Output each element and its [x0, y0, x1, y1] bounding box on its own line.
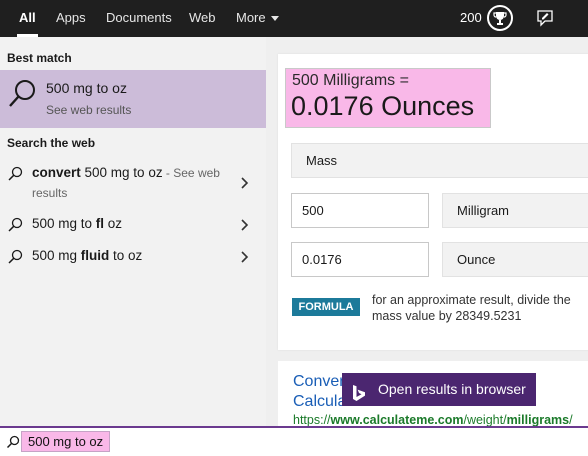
feedback-icon[interactable]	[536, 9, 554, 27]
web-result-title-line1: Conver	[293, 373, 345, 390]
tab-all[interactable]: All	[17, 0, 38, 37]
open-results-in-browser-button[interactable]: Open results in browser	[342, 373, 536, 406]
suggestion-bold: fluid	[80, 248, 110, 263]
web-suggestion-text: convert 500 mg to oz - See web results	[32, 163, 232, 203]
preview-panel: 500 Milligrams = 0.0176 Ounces Mass 500 …	[266, 37, 588, 427]
search-input[interactable]: 500 mg to oz	[21, 431, 111, 452]
web-suggestion-item[interactable]: 500 mg to fl oz	[0, 213, 266, 235]
unit-converter-card: 500 Milligrams = 0.0176 Ounces Mass 500 …	[278, 54, 588, 350]
web-suggestion-item[interactable]: convert 500 mg to oz - See web results	[0, 162, 266, 202]
url-path-end: /	[569, 413, 573, 427]
chevron-right-icon	[240, 218, 250, 231]
top-nav: All Apps Documents Web More 200	[0, 0, 588, 37]
best-match-heading: Best match	[7, 51, 72, 65]
tab-web[interactable]: Web	[189, 0, 216, 37]
url-path: /weight/	[463, 413, 507, 427]
url-domain: www.calculateme.com	[330, 413, 464, 427]
suggestion-text: 500 mg to	[32, 216, 96, 231]
tab-documents[interactable]: Documents	[106, 0, 172, 37]
tab-more[interactable]: More	[236, 0, 279, 37]
suggestion-text: oz	[104, 216, 123, 231]
web-result-url[interactable]: https://www.calculateme.com/weight/milli…	[293, 413, 573, 427]
to-value-input[interactable]: 0.0176	[291, 242, 429, 277]
best-match-item[interactable]: 500 mg to oz See web results	[0, 70, 266, 128]
chevron-down-icon	[270, 16, 279, 22]
suggestion-bold: convert	[32, 165, 81, 180]
open-results-label: Open results in browser	[378, 381, 526, 397]
suggestion-text: 500 mg to oz	[80, 165, 163, 180]
result-input-text: 500 Milligrams =	[292, 72, 409, 89]
to-unit-select[interactable]: Ounce	[442, 242, 588, 277]
best-match-subtitle: See web results	[46, 103, 132, 117]
suggestion-text: to oz	[109, 248, 143, 263]
search-web-heading: Search the web	[7, 136, 96, 150]
from-unit-select[interactable]: Milligram	[442, 193, 588, 228]
search-bar[interactable]: 500 mg to oz	[0, 426, 588, 456]
search-icon	[7, 166, 23, 182]
tab-more-label: More	[236, 10, 266, 25]
bing-icon	[352, 381, 366, 401]
web-result-title[interactable]: Conver-	[293, 373, 528, 391]
search-icon	[7, 78, 37, 110]
formula-text: for an approximate result, divide the ma…	[372, 293, 571, 323]
web-suggestion-item[interactable]: 500 mg fluid to oz	[0, 245, 266, 267]
conversion-result: 500 Milligrams = 0.0176 Ounces	[285, 68, 491, 128]
formula-badge: FORMULA	[292, 298, 360, 316]
chevron-right-icon	[240, 250, 250, 263]
search-icon	[7, 217, 23, 233]
results-panel: Best match 500 mg to oz See web results …	[0, 37, 266, 426]
trophy-icon[interactable]	[487, 5, 513, 31]
tab-apps[interactable]: Apps	[56, 0, 86, 37]
url-prefix: https://	[293, 413, 331, 427]
suggestion-bold: fl	[95, 216, 105, 231]
url-path-bold: milligrams	[506, 413, 570, 427]
chevron-right-icon	[240, 176, 250, 189]
best-match-title: 500 mg to oz	[46, 80, 127, 96]
rewards-points: 200	[460, 10, 482, 25]
search-icon	[6, 435, 20, 449]
search-icon	[7, 249, 23, 265]
from-value-input[interactable]: 500	[291, 193, 429, 228]
result-output-text: 0.0176 Ounces	[291, 91, 475, 121]
web-suggestion-text: 500 mg to fl oz	[32, 214, 232, 234]
web-suggestion-text: 500 mg fluid to oz	[32, 246, 232, 266]
suggestion-text: 500 mg	[32, 248, 81, 263]
category-select[interactable]: Mass	[291, 143, 588, 178]
